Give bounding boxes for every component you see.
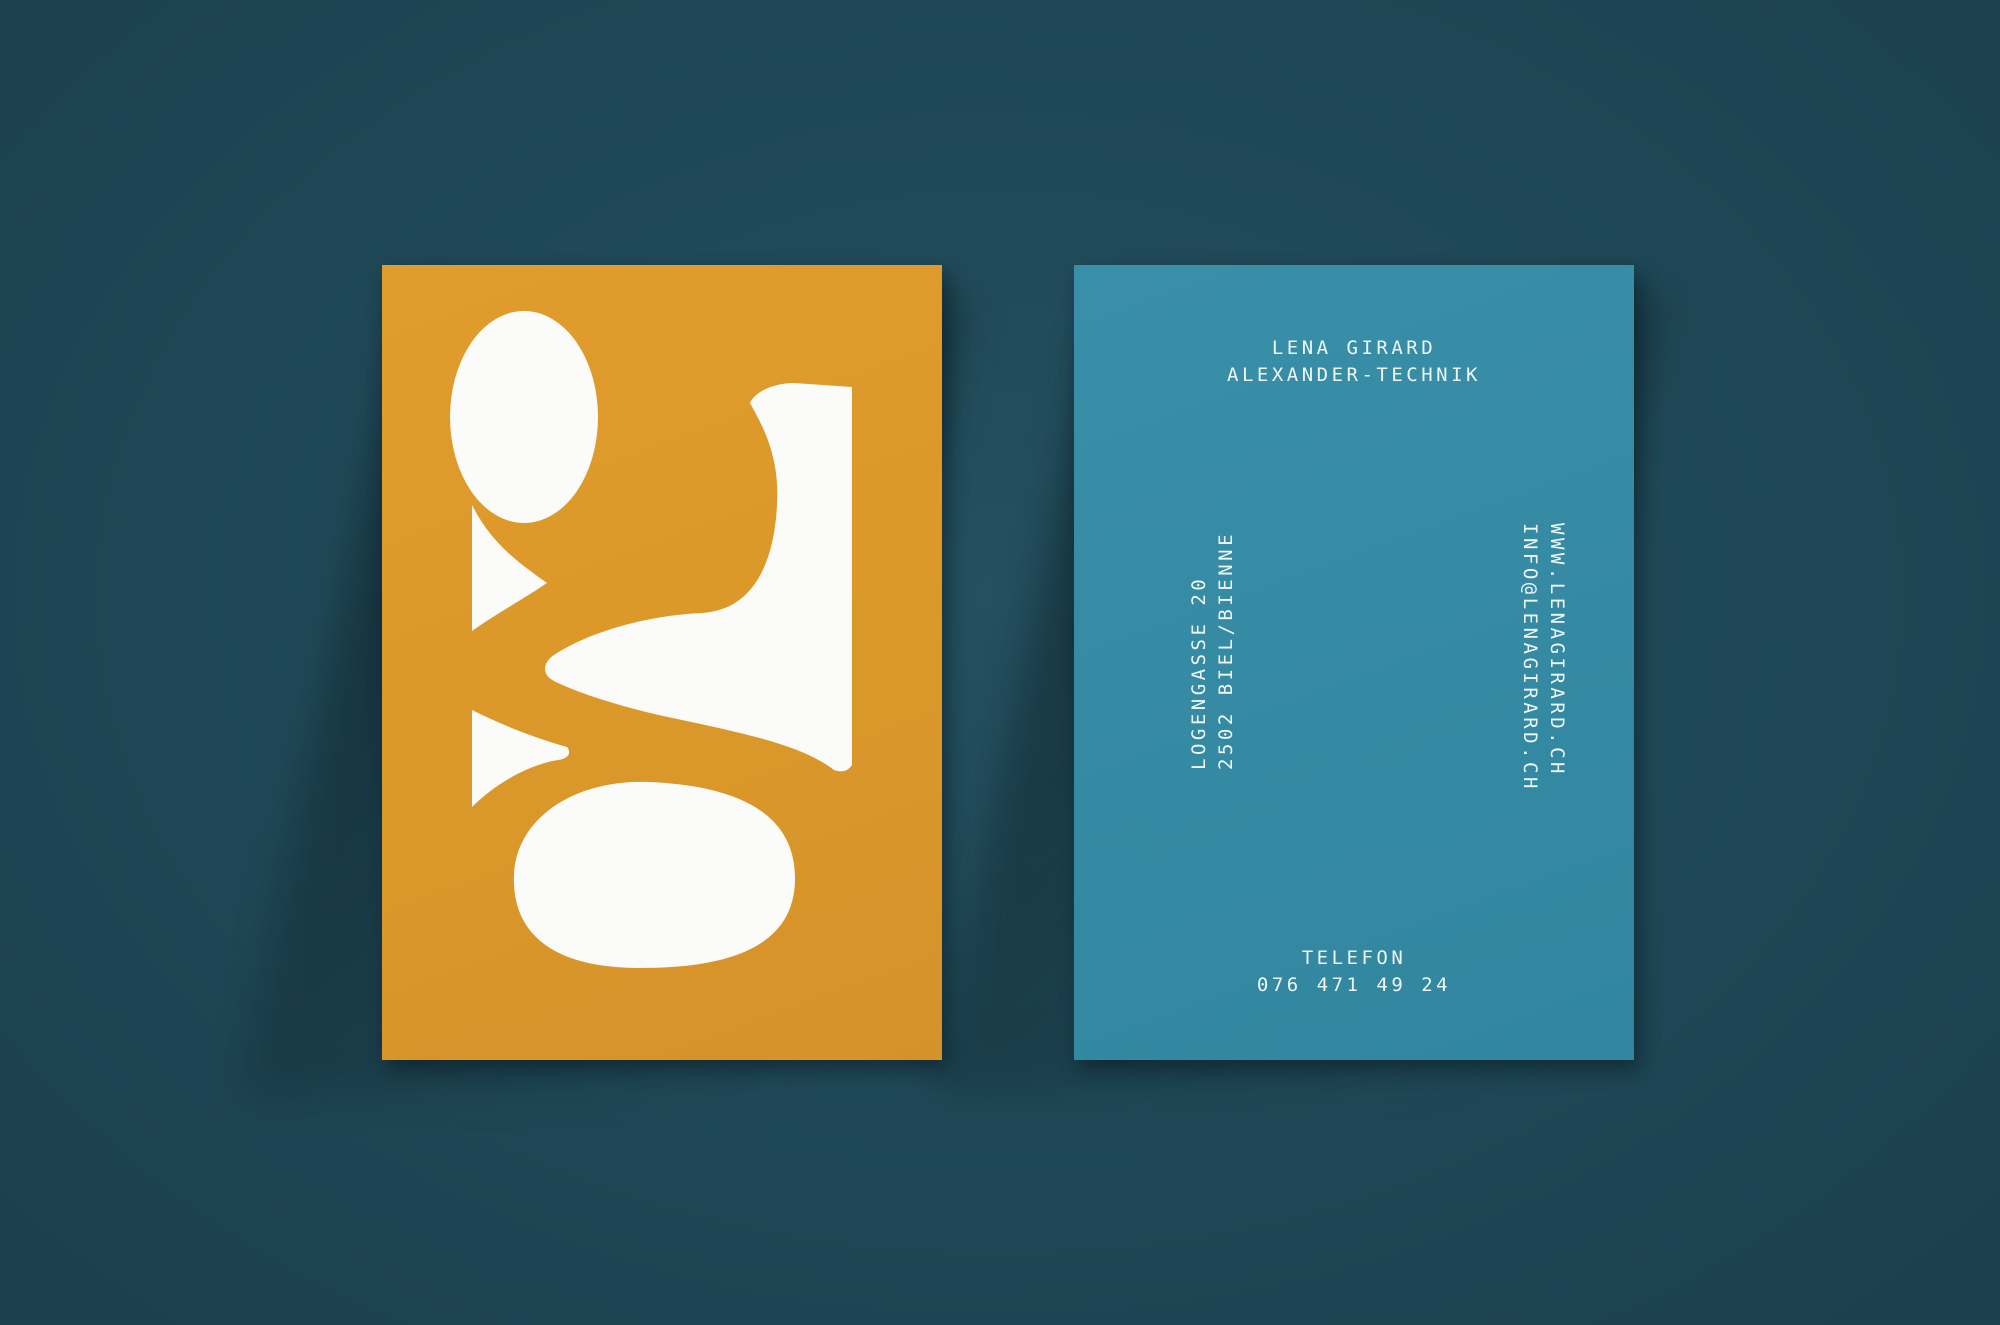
address-block: LOGENGASSE 20 2502 BIEL/BIENNE	[1186, 531, 1240, 770]
phone-label: TELEFON	[1301, 947, 1407, 969]
address-city: 2502 BIEL/BIENNE	[1215, 530, 1237, 770]
name-block: LENA GIRARD ALEXANDER-TECHNIK	[1074, 335, 1634, 389]
profession: ALEXANDER-TECHNIK	[1227, 364, 1481, 386]
business-card-front	[382, 265, 942, 1060]
phone-block: TELEFON 076 471 49 24	[1074, 945, 1634, 999]
address-street: LOGENGASSE 20	[1188, 575, 1210, 770]
website-link[interactable]: WWW.LENAGIRARD.CH	[1543, 523, 1570, 792]
online-block: WWW.LENAGIRARD.CH INFO@LENAGIRARD.CH	[1516, 523, 1570, 792]
monogram-lower-bowl	[513, 781, 796, 968]
monogram-left-notch-bottom	[472, 710, 570, 807]
business-card-back: LENA GIRARD ALEXANDER-TECHNIK LOGENGASSE…	[1074, 265, 1634, 1060]
monogram-upper-bowl	[450, 311, 598, 523]
monogram-left-notch-top	[472, 505, 547, 631]
email-link[interactable]: INFO@LENAGIRARD.CH	[1516, 523, 1543, 792]
background	[0, 0, 2000, 1325]
person-name: LENA GIRARD	[1271, 337, 1437, 359]
monogram-g-logo	[450, 311, 852, 968]
phone-number[interactable]: 076 471 49 24	[1074, 972, 1634, 999]
